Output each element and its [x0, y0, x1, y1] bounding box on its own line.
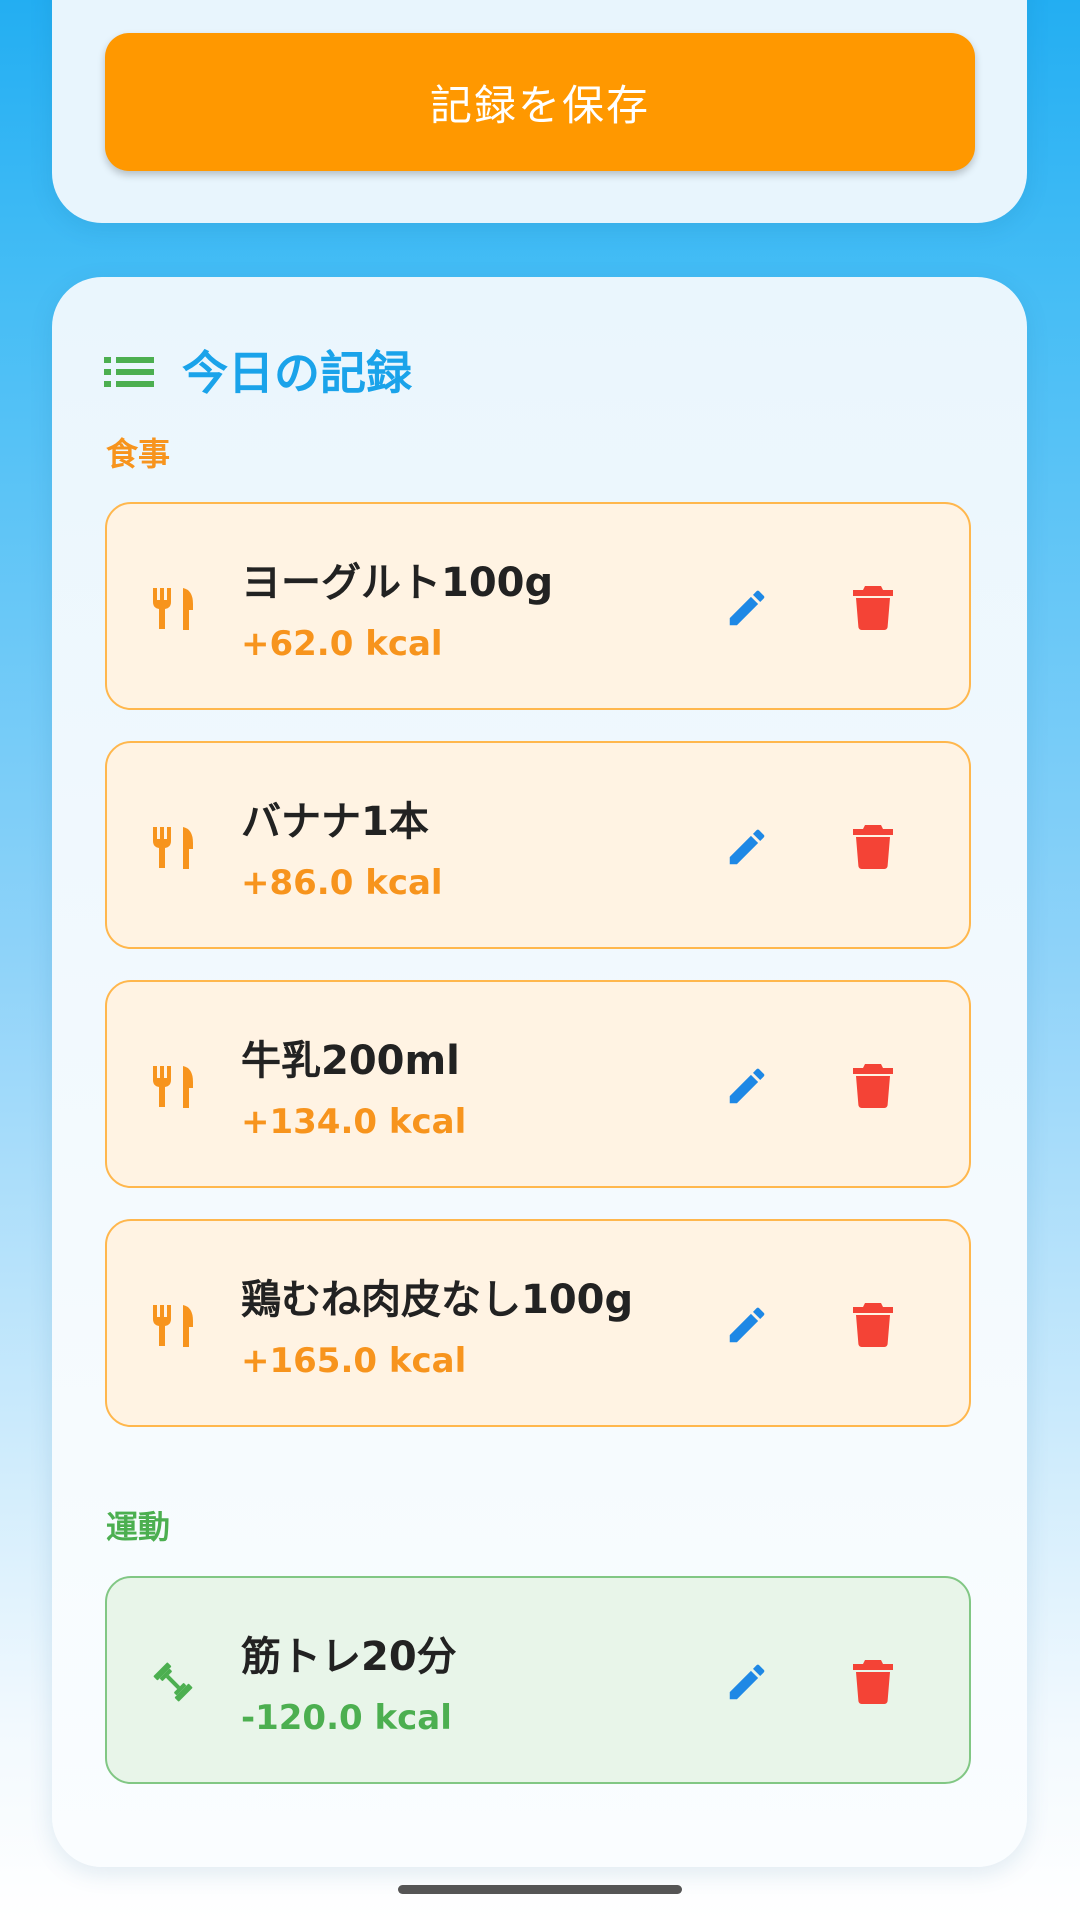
section-title: 今日の記録 [182, 346, 412, 400]
restaurant-icon [153, 1066, 193, 1108]
delete-button[interactable] [845, 819, 901, 875]
entry-kcal: +134.0 kcal [241, 1102, 467, 1142]
pencil-icon [729, 829, 765, 865]
entry-kcal: +62.0 kcal [241, 624, 443, 664]
food-group-label: 食事 [106, 435, 171, 473]
today-records-card: 今日の記録 食事 ヨーグルト100g +62.0 kcal バナナ1本 +86.… [52, 277, 1027, 1867]
food-entry[interactable]: バナナ1本 +86.0 kcal [105, 741, 971, 949]
list-icon [104, 357, 154, 387]
exercise-group-label: 運動 [106, 1508, 171, 1546]
save-record-button[interactable]: 記録を保存 [105, 33, 975, 171]
save-card: 記録を保存 [52, 0, 1027, 223]
pencil-icon [729, 1664, 765, 1700]
food-entry[interactable]: 牛乳200ml +134.0 kcal [105, 980, 971, 1188]
home-indicator[interactable] [398, 1885, 682, 1894]
pencil-icon [729, 1068, 765, 1104]
edit-button[interactable] [719, 1058, 775, 1114]
entry-kcal: +86.0 kcal [241, 863, 443, 903]
edit-button[interactable] [719, 819, 775, 875]
trash-icon [853, 1660, 893, 1704]
trash-icon [853, 825, 893, 869]
entry-kcal: +165.0 kcal [241, 1341, 467, 1381]
edit-button[interactable] [719, 1654, 775, 1710]
pencil-icon [729, 1307, 765, 1343]
trash-icon [853, 1064, 893, 1108]
entry-name: バナナ1本 [241, 799, 429, 845]
delete-button[interactable] [845, 1654, 901, 1710]
trash-icon [853, 586, 893, 630]
section-header: 今日の記録 [52, 337, 412, 403]
food-entry[interactable]: ヨーグルト100g +62.0 kcal [105, 502, 971, 710]
dumbbell-icon [153, 1662, 193, 1702]
pencil-icon [729, 590, 765, 626]
delete-button[interactable] [845, 1297, 901, 1353]
restaurant-icon [153, 827, 193, 869]
trash-icon [853, 1303, 893, 1347]
entry-kcal: -120.0 kcal [241, 1698, 452, 1738]
entry-name: ヨーグルト100g [241, 560, 554, 606]
restaurant-icon [153, 1305, 193, 1347]
edit-button[interactable] [719, 1297, 775, 1353]
entry-name: 牛乳200ml [241, 1038, 460, 1084]
food-entry[interactable]: 鶏むね肉皮なし100g +165.0 kcal [105, 1219, 971, 1427]
entry-name: 鶏むね肉皮なし100g [241, 1277, 634, 1323]
restaurant-icon [153, 588, 193, 630]
delete-button[interactable] [845, 580, 901, 636]
edit-button[interactable] [719, 580, 775, 636]
entry-name: 筋トレ20分 [241, 1634, 457, 1680]
exercise-entry[interactable]: 筋トレ20分 -120.0 kcal [105, 1576, 971, 1784]
delete-button[interactable] [845, 1058, 901, 1114]
